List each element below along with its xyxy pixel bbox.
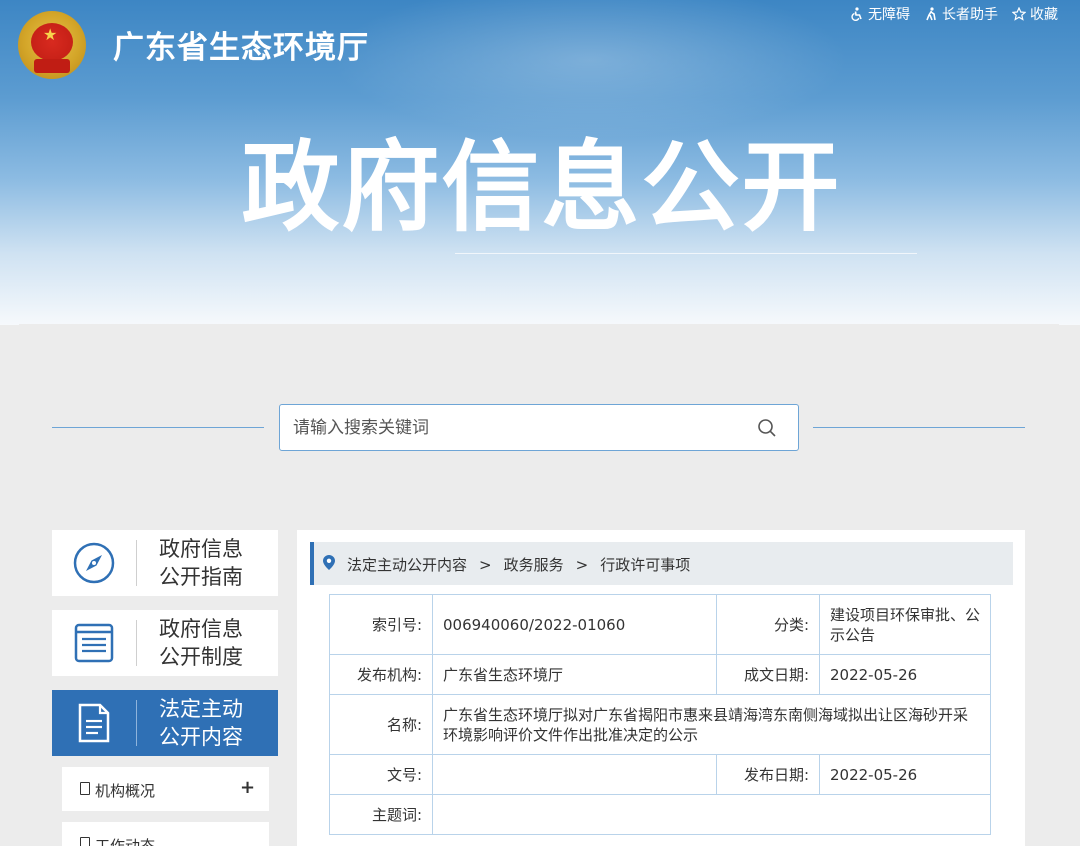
sidebar-card-statutory[interactable]: 法定主动 公开内容 (52, 690, 278, 756)
category-label: 分类: (716, 594, 820, 655)
compass-icon (73, 542, 115, 584)
subject-value (432, 794, 991, 835)
favorite-label: 收藏 (1030, 7, 1058, 23)
chevron-right-icon: > (479, 555, 492, 574)
accessibility-link[interactable]: 无障碍 (850, 4, 910, 24)
index-no-value: 006940060/2022-01060 (432, 594, 717, 655)
page-banner-title: 政府信息公开 (241, 131, 842, 245)
accessibility-label: 无障碍 (868, 7, 910, 23)
search-icon[interactable] (757, 418, 777, 438)
site-header: 广东省生态环境厅 无障碍 长者助手 收藏 政府信息公开 (0, 0, 1080, 325)
sidebar-card-guide-line2: 公开指南 (159, 565, 243, 589)
published-date-label: 发布日期: (716, 754, 820, 795)
national-emblem-logo (18, 11, 86, 79)
published-date-value: 2022-05-26 (819, 754, 991, 795)
search-box (279, 404, 799, 451)
expand-plus-icon[interactable]: + (240, 777, 255, 798)
name-label: 名称: (329, 694, 433, 755)
search-input[interactable] (293, 415, 733, 441)
name-value: 广东省生态环境厅拟对广东省揭阳市惠来县靖海湾东南侧海域拟出让区海砂开采环境影响评… (432, 694, 991, 755)
site-title: 广东省生态环境厅 (113, 30, 369, 66)
list-icon (74, 623, 114, 663)
sidebar-card-guide[interactable]: 政府信息 公开指南 (52, 530, 278, 596)
doc-no-label: 文号: (329, 754, 433, 795)
favorite-link[interactable]: 收藏 (1012, 4, 1058, 24)
index-no-label: 索引号: (329, 594, 433, 655)
sidebar-sub-item-org[interactable]: 机构概况 + (62, 767, 269, 811)
breadcrumb-item-statutory[interactable]: 法定主动公开内容 (347, 554, 467, 575)
sidebar-card-statutory-line1: 法定主动 (159, 697, 243, 721)
star-icon (1012, 7, 1026, 21)
table-row: 名称: 广东省生态环境厅拟对广东省揭阳市惠来县靖海湾东南侧海域拟出让区海砂开采环… (329, 694, 991, 755)
breadcrumb-item-admin-license[interactable]: 行政许可事项 (600, 554, 690, 575)
table-row: 发布机构: 广东省生态环境厅 成文日期: 2022-05-26 (329, 654, 991, 695)
sidebar-card-system-line2: 公开制度 (159, 645, 243, 669)
publisher-value: 广东省生态环境厅 (432, 654, 717, 695)
elderly-helper-link[interactable]: 长者助手 (924, 4, 998, 24)
breadcrumb-item-gov-service[interactable]: 政务服务 (504, 554, 564, 575)
created-date-label: 成文日期: (716, 654, 820, 695)
breadcrumb: 法定主动公开内容 > 政务服务 > 行政许可事项 (310, 542, 1013, 585)
search-divider-right (813, 427, 1025, 428)
accessibility-icon (851, 7, 862, 21)
sidebar-sub-item-news[interactable]: 工作动态 (62, 822, 269, 846)
banner-divider (455, 253, 917, 254)
search-divider-left (52, 427, 264, 428)
table-row: 文号: 发布日期: 2022-05-26 (329, 754, 991, 795)
document-icon (78, 703, 110, 743)
sidebar-card-guide-line1: 政府信息 (159, 537, 243, 561)
sidebar-card-system-line1: 政府信息 (159, 617, 243, 641)
elderly-helper-label: 长者助手 (942, 7, 998, 23)
table-row: 索引号: 006940060/2022-01060 分类: 建设项目环保审批、公… (329, 594, 991, 655)
file-icon (80, 782, 90, 795)
publisher-label: 发布机构: (329, 654, 433, 695)
table-row: 主题词: (329, 794, 991, 835)
created-date-value: 2022-05-26 (819, 654, 991, 695)
sidebar-card-system[interactable]: 政府信息 公开制度 (52, 610, 278, 676)
sidebar-sub-item-label: 工作动态 (95, 837, 156, 846)
file-icon (80, 837, 90, 846)
location-pin-icon (323, 555, 335, 570)
subject-label: 主题词: (329, 794, 433, 835)
top-links: 无障碍 长者助手 收藏 (850, 4, 1058, 24)
chevron-right-icon: > (575, 555, 589, 574)
elderly-icon (926, 7, 936, 21)
sidebar-sub-item-label: 机构概况 (95, 782, 156, 800)
document-info-table: 索引号: 006940060/2022-01060 分类: 建设项目环保审批、公… (329, 594, 991, 835)
sidebar-card-statutory-line2: 公开内容 (159, 725, 243, 749)
doc-no-value (432, 754, 717, 795)
category-value: 建设项目环保审批、公示公告 (819, 594, 991, 655)
